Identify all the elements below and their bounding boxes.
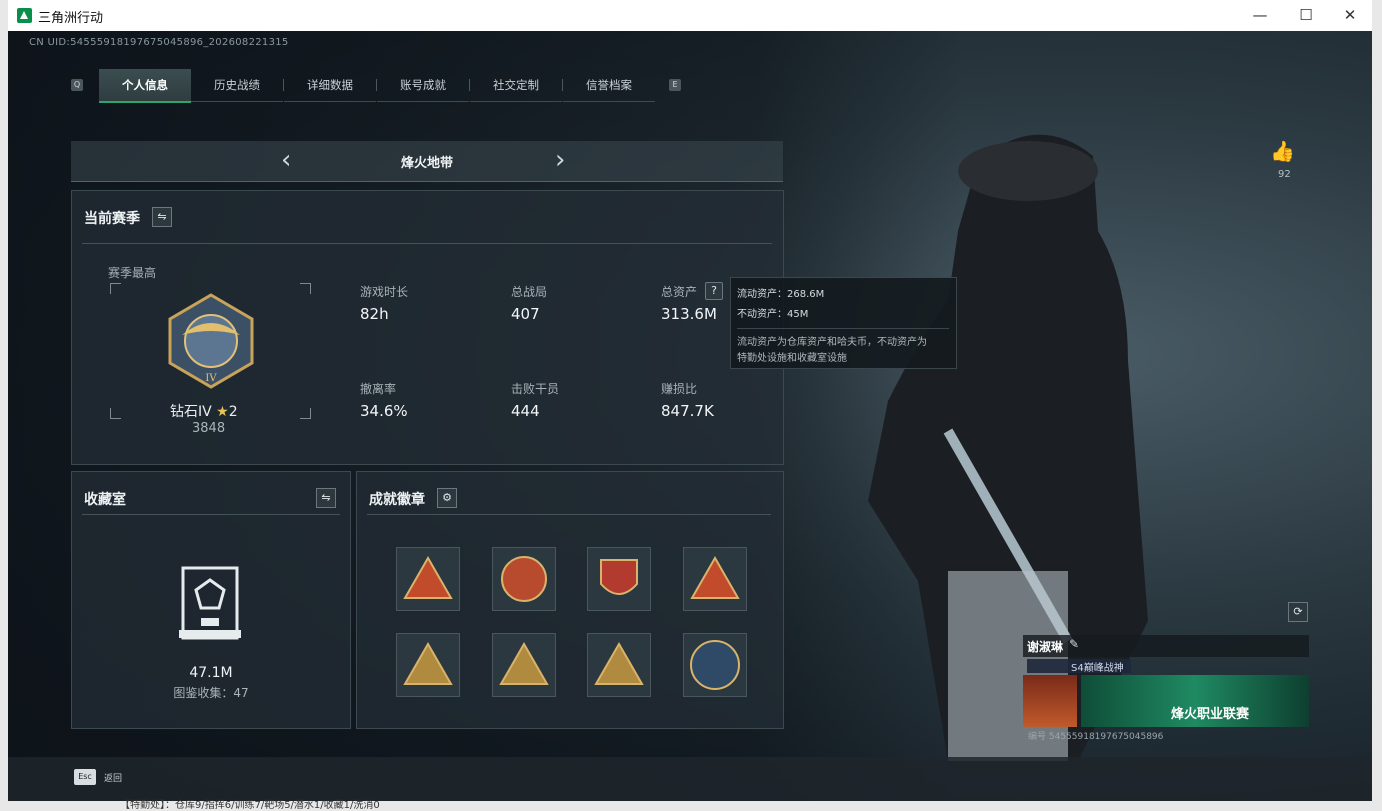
achievements-panel: 成就徽章 ⚙ [356,471,784,729]
rank-stars: 2 [228,404,238,420]
stat-value-playtime: 82h [360,305,389,323]
frame-corner [300,283,311,294]
collection-switch-icon[interactable]: ⇋ [316,488,336,508]
season-title: 当前赛季 [84,211,140,227]
collection-value: 47.1M [189,665,233,681]
like-count: 92 [1278,169,1291,180]
profile-title-text: S4巅峰战神 [1071,663,1124,674]
profile-name-bar: 谢淑琳 ✎ [1023,635,1309,657]
achievement-badge[interactable] [683,633,747,697]
tab-personal-info[interactable]: 个人信息 [99,69,191,103]
assets-help-icon[interactable]: ? [705,282,723,300]
star-icon: ★ [216,404,229,420]
stat-label-profit-ratio: 赚损比 [661,382,698,396]
achievement-badge[interactable] [492,633,556,697]
footer-bar: Esc 返回 [8,757,1372,801]
tab-prev-key[interactable]: Q [71,79,83,91]
background-text: 【特勤处】：仓库9/指挥6/训练7/靶场5/潜水1/收藏1/洗消0 [120,800,380,811]
window-titlebar: 三角洲行动 — ☐ ✕ [8,0,1372,32]
achievements-divider [367,514,771,515]
frame-corner [300,408,311,419]
edit-name-icon[interactable]: ✎ [1069,637,1079,651]
achievements-title: 成就徽章 [369,492,425,508]
season-divider [82,243,772,244]
tab-social[interactable]: 社交定制 [470,69,562,102]
stat-value-extract-rate: 34.6% [360,402,408,420]
close-button[interactable]: ✕ [1334,4,1366,26]
refresh-icon[interactable]: ⟳ [1288,602,1308,622]
app-logo-icon [17,8,32,23]
banner-text: 烽火职业联赛 [1171,707,1250,722]
season-panel: 当前赛季 ⇋ 赛季最高 IV 钻石IV ★2 3848 游戏时长 82h 总战局… [71,190,784,465]
main-tabs: Q 个人信息 历史战绩 详细数据 账号成就 社交定制 信誉档案 E [68,69,681,103]
svg-text:IV: IV [205,373,217,384]
achievement-badge[interactable] [587,547,651,611]
mode-selector: ‹ 烽火地带 › [71,141,783,182]
profile-title-tag: S4巅峰战神 [1027,659,1131,674]
stat-label-assets: 总资产 [661,285,698,299]
profile-card: 谢淑琳 ✎ S4巅峰战神 烽火职业联赛 [1023,635,1309,727]
app-canvas: CN UID:54555918197675045896_202608221315… [8,31,1372,801]
stat-value-kills: 444 [511,402,540,420]
like-icon[interactable]: 👍 [1270,139,1295,163]
tab-match-history[interactable]: 历史战绩 [191,69,283,102]
back-label[interactable]: 返回 [104,771,122,784]
stat-value-matches: 407 [511,305,540,323]
rank-points: 3848 [192,421,226,436]
season-switch-icon[interactable]: ⇋ [152,207,172,227]
achievements-settings-icon[interactable]: ⚙ [437,488,457,508]
tab-next-key[interactable]: E [669,79,681,91]
mode-next-button[interactable]: › [555,147,565,173]
rank-name: 钻石IV [170,404,212,420]
achievement-badge[interactable] [396,633,460,697]
rank-diamond-emblem-icon: IV [168,293,254,389]
collection-cabinet-icon [179,566,241,640]
achievement-badge[interactable] [492,547,556,611]
tab-reputation[interactable]: 信誉档案 [563,69,655,102]
profile-avatar[interactable] [1023,675,1077,727]
profile-banner: 烽火职业联赛 [1081,675,1309,727]
uid-label: CN UID:54555918197675045896_202608221315 [29,37,289,48]
stat-value-profit-ratio: 847.7K [661,402,714,420]
season-highest-label: 赛季最高 [108,266,157,280]
frame-corner [110,283,121,294]
stat-value-assets: 313.6M [661,305,717,323]
tab-achievements[interactable]: 账号成就 [377,69,469,102]
collection-title: 收藏室 [84,492,126,508]
maximize-button[interactable]: ☐ [1290,4,1322,26]
collection-divider [82,514,340,515]
achievement-badge[interactable] [683,547,747,611]
stat-label-extract-rate: 撤离率 [360,382,397,396]
stat-label-playtime: 游戏时长 [360,285,409,299]
tooltip-liquid-assets: 流动资产：268.6M [737,289,825,300]
tab-detailed-data[interactable]: 详细数据 [284,69,376,102]
mode-label: 烽火地带 [400,156,453,171]
collection-subtitle: 图鉴收集：47 [173,686,249,700]
tooltip-note-line2: 特勤处设施和收藏室设施 [737,353,847,364]
achievement-badge[interactable] [587,633,651,697]
frame-corner [110,408,121,419]
tooltip-divider [737,328,949,329]
tooltip-fixed-assets: 不动资产：45M [737,309,809,320]
minimize-button[interactable]: — [1244,4,1276,26]
tooltip-note-line1: 流动资产为仓库资产和哈夫币，不动资产为 [737,337,927,348]
window-title: 三角洲行动 [38,11,104,26]
rank-name-row: 钻石IV ★2 [170,401,238,421]
stat-label-kills: 击败干员 [511,382,560,396]
profile-name: 谢淑琳 [1027,640,1064,654]
profile-id: 编号 54555918197675045896 [1028,732,1164,742]
assets-tooltip: 流动资产：268.6M 不动资产：45M 流动资产为仓库资产和哈夫币，不动资产为… [730,277,957,369]
esc-key[interactable]: Esc [74,769,96,785]
collection-panel: 收藏室 ⇋ 47.1M 图鉴收集：47 [71,471,351,729]
stat-label-matches: 总战局 [511,285,548,299]
achievement-badge[interactable] [396,547,460,611]
